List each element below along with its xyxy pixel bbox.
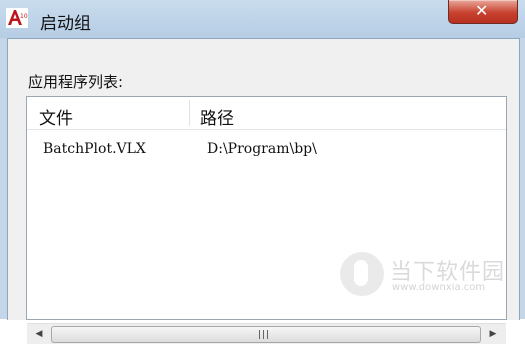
window-title: 启动组 [40, 14, 91, 34]
column-divider[interactable] [189, 100, 190, 126]
scroll-right-icon[interactable]: ▶ [487, 327, 499, 341]
svg-text:10: 10 [20, 13, 28, 20]
watermark-logo-icon [340, 252, 384, 296]
watermark: 当下软件园 www.downxia.com [340, 252, 520, 312]
horizontal-scrollbar[interactable]: ◀ ▶ [27, 323, 506, 344]
autocad-icon: 10 [6, 8, 28, 28]
scroll-left-icon[interactable]: ◀ [33, 327, 45, 341]
scrollbar-thumb[interactable] [51, 326, 481, 343]
watermark-url: www.downxia.com [392, 282, 486, 293]
list-item-path: D:\Program\bp\ [207, 141, 317, 157]
grip-icon [259, 330, 271, 339]
column-header: 文件 路径 [27, 97, 506, 130]
column-header-file[interactable]: 文件 [39, 104, 73, 129]
list-item[interactable]: BatchPlot.VLX D:\Program\bp\ [27, 139, 506, 161]
list-item-file: BatchPlot.VLX [43, 141, 146, 157]
close-icon: ✕ [475, 1, 489, 20]
dialog-window: 10 启动组 ✕ 应用程序列表: 文件 路径 BatchPlot.VLX D:\… [0, 0, 525, 344]
title-bar[interactable]: 10 启动组 ✕ [0, 0, 525, 38]
close-button[interactable]: ✕ [448, 0, 518, 24]
column-header-path[interactable]: 路径 [200, 104, 234, 129]
list-caption: 应用程序列表: [28, 73, 124, 91]
